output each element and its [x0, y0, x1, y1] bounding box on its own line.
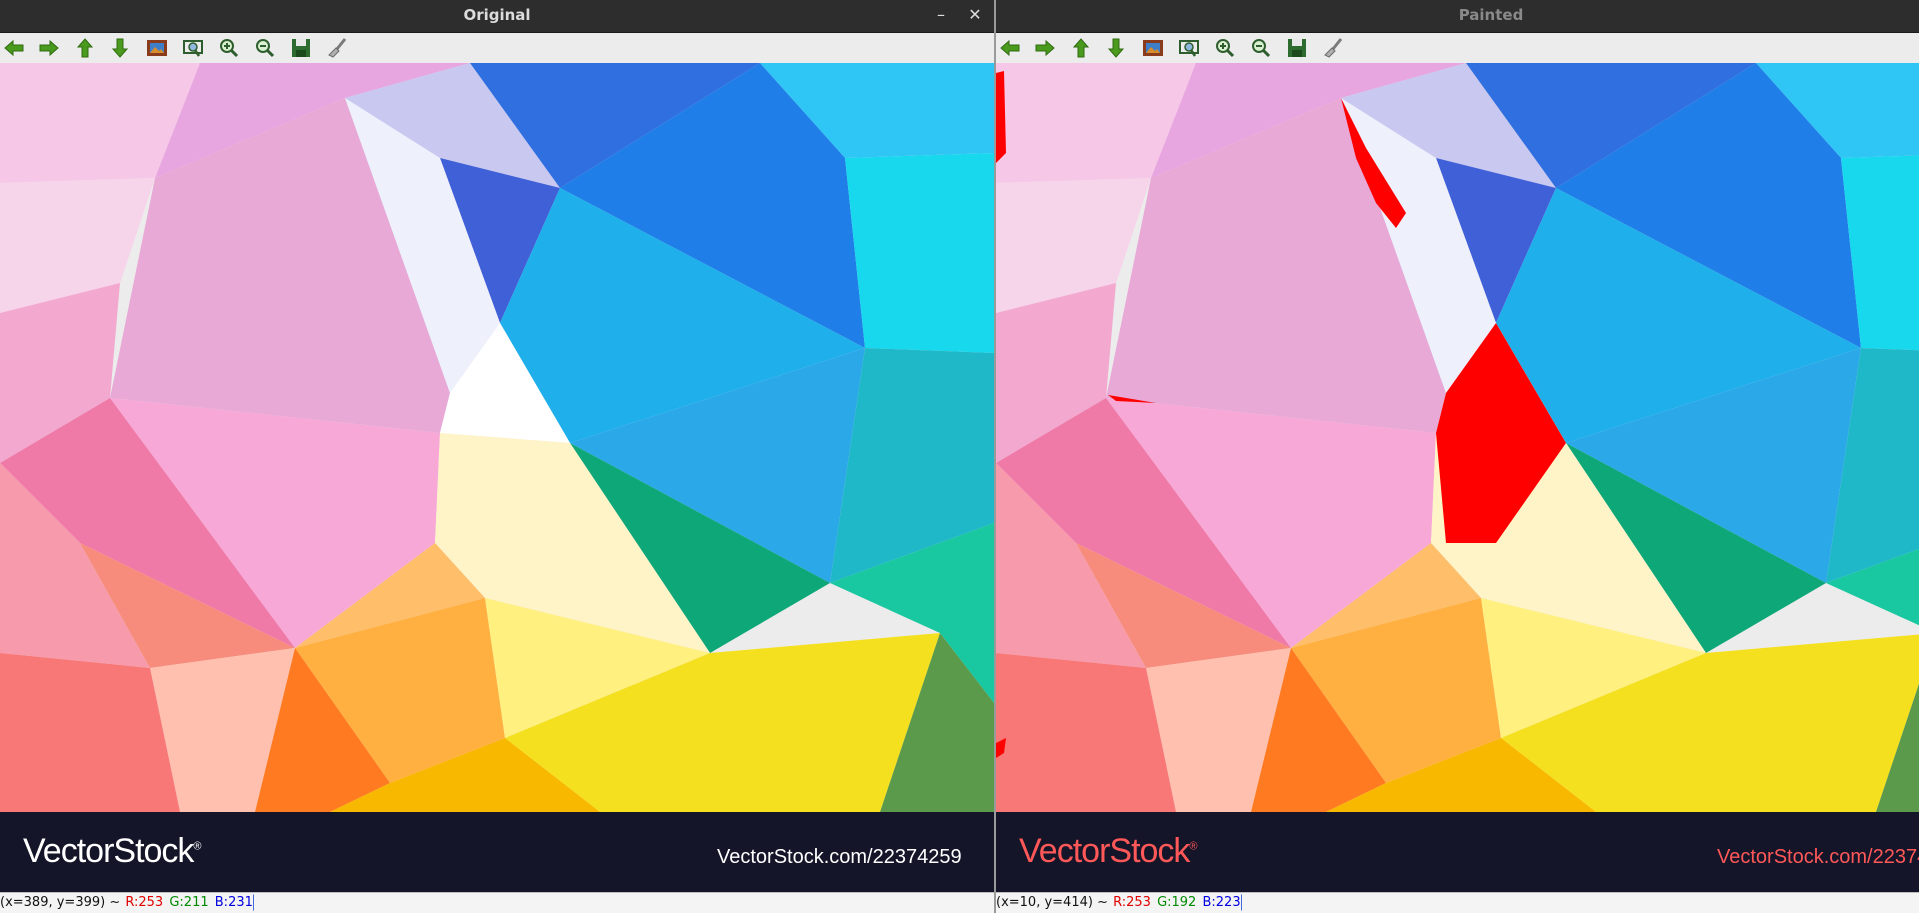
title-bar[interactable]: Original – ✕ — [0, 0, 994, 33]
red-value: R:253 — [125, 895, 164, 910]
window-title: Original — [463, 6, 531, 24]
blue-value: B:223 — [1201, 894, 1242, 911]
image-icon[interactable] — [1141, 36, 1165, 60]
forward-arrow-icon[interactable] — [1033, 36, 1057, 60]
green-value: G:211 — [169, 895, 209, 910]
back-arrow-icon[interactable] — [998, 36, 1022, 60]
zoom-out-icon[interactable] — [1249, 36, 1273, 60]
save-icon[interactable] — [289, 36, 313, 60]
painted-image[interactable] — [996, 63, 1919, 812]
status-bar: (x=389, y=399) ~ R:253 G:211 B:231 — [0, 892, 994, 913]
minimize-button[interactable]: – — [930, 4, 952, 26]
down-arrow-icon[interactable] — [1104, 36, 1128, 60]
save-icon[interactable] — [1285, 36, 1309, 60]
toolbar — [0, 33, 994, 64]
vectorstock-logo: VectorStock® — [23, 832, 202, 870]
painted-window: Painted VectorStock® VectorStock.com/223… — [996, 0, 1919, 913]
image-icon[interactable] — [145, 36, 169, 60]
zoom-in-icon[interactable] — [217, 36, 241, 60]
zoom-out-icon[interactable] — [253, 36, 277, 60]
cursor-coordinates: (x=389, y=399) ~ — [0, 895, 125, 910]
title-bar[interactable]: Painted — [996, 0, 1919, 33]
original-image[interactable] — [0, 63, 994, 812]
watermark-banner: VectorStock® VectorStock.com/22374259 — [996, 812, 1919, 892]
up-arrow-icon[interactable] — [1069, 36, 1093, 60]
polygon-artwork — [0, 63, 994, 812]
green-value: G:192 — [1157, 895, 1197, 910]
toolbar — [996, 33, 1919, 64]
vectorstock-url: VectorStock.com/22374259 — [717, 846, 962, 868]
cursor-coordinates: (x=10, y=414) ~ — [996, 895, 1113, 910]
polygon-artwork — [996, 63, 1919, 812]
up-arrow-icon[interactable] — [73, 36, 97, 60]
watermark-banner: VectorStock® VectorStock.com/22374259 — [0, 812, 994, 892]
window-title: Painted — [1458, 6, 1524, 24]
blue-value: B:231 — [213, 894, 254, 911]
forward-arrow-icon[interactable] — [37, 36, 61, 60]
vectorstock-url: VectorStock.com/22374259 — [1717, 846, 1919, 868]
down-arrow-icon[interactable] — [108, 36, 132, 60]
brush-icon[interactable] — [1321, 36, 1345, 60]
zoom-fit-icon[interactable] — [1177, 36, 1201, 60]
close-button[interactable]: ✕ — [964, 4, 986, 26]
vectorstock-logo: VectorStock® — [1019, 832, 1198, 870]
red-value: R:253 — [1113, 895, 1151, 910]
original-window: Original – ✕ VectorStock® VectorStock.co… — [0, 0, 994, 913]
zoom-fit-icon[interactable] — [181, 36, 205, 60]
status-bar: (x=10, y=414) ~ R:253 G:192 B:223 — [996, 892, 1919, 913]
brush-icon[interactable] — [325, 36, 349, 60]
back-arrow-icon[interactable] — [2, 36, 26, 60]
zoom-in-icon[interactable] — [1213, 36, 1237, 60]
